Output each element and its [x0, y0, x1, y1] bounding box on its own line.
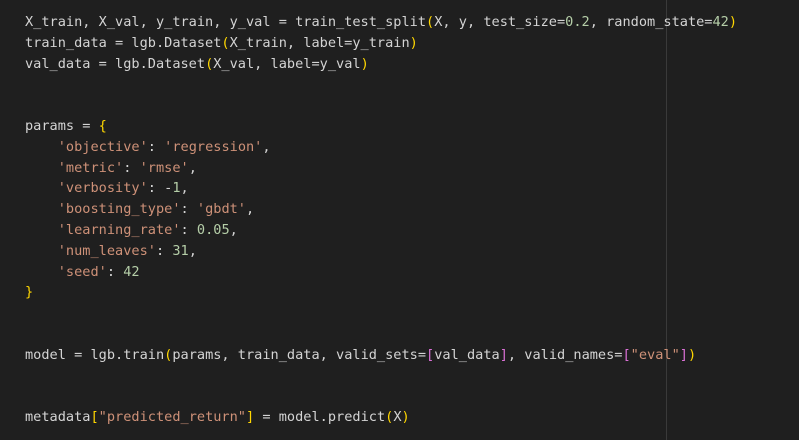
code-token: ): [728, 14, 738, 30]
code-token: : -: [147, 180, 173, 197]
code-token: (: [221, 34, 230, 51]
code-token: [: [90, 409, 99, 426]
code-line[interactable]: 'boosting_type': 'gbdt',: [25, 199, 254, 220]
code-token: ]: [679, 346, 688, 363]
code-line[interactable]: 'objective': 'regression',: [25, 137, 271, 158]
code-token: [: [622, 346, 631, 363]
code-token: train_data = lgb.Dataset: [25, 34, 222, 51]
code-token: model = lgb.train: [25, 346, 165, 363]
code-token: {: [98, 118, 107, 134]
code-token: 31: [172, 242, 189, 259]
code-token: :: [180, 222, 197, 238]
code-token: 0.05: [196, 222, 230, 238]
code-line[interactable]: metadata["predicted_return"] = model.pre…: [25, 407, 410, 428]
code-token: X_val, label=y_val: [213, 55, 361, 72]
code-token: }: [25, 284, 34, 301]
column-ruler: [666, 0, 667, 440]
code-token: X_train, X_val, y_train, y_val = train_t…: [25, 14, 427, 30]
code-token: ): [401, 409, 410, 426]
code-token: 42: [123, 263, 140, 280]
code-token: metadata: [25, 409, 91, 426]
code-token: "predicted_return": [98, 409, 246, 426]
code-line[interactable]: 'num_leaves': 31,: [25, 241, 197, 262]
code-line[interactable]: params = {: [25, 116, 107, 137]
code-token: 'regression': [164, 138, 263, 155]
code-token: ): [687, 346, 697, 363]
code-token: 'num_leaves': [57, 242, 156, 259]
code-token: ,: [229, 222, 238, 238]
code-token: 'verbosity': [57, 180, 148, 197]
code-token: "eval": [630, 346, 680, 363]
code-token: [: [426, 346, 435, 363]
code-token: :: [147, 138, 165, 155]
code-line[interactable]: }: [25, 282, 33, 303]
code-token: ,: [188, 159, 197, 176]
code-line[interactable]: X_train, X_val, y_train, y_val = train_t…: [25, 12, 737, 33]
code-token: 'rmse': [139, 159, 189, 176]
code-line[interactable]: 'seed': 42: [25, 262, 140, 283]
code-token: X: [393, 409, 402, 426]
code-token: :: [155, 242, 173, 259]
code-token: ,: [180, 180, 189, 197]
code-line[interactable]: train_data = lgb.Dataset(X_train, label=…: [25, 33, 418, 54]
code-token: = model.predict: [254, 409, 386, 426]
code-line[interactable]: 'verbosity': -1,: [25, 178, 189, 199]
code-token: params =: [25, 118, 99, 134]
code-token: :: [180, 201, 197, 218]
code-token: 'boosting_type': [57, 201, 181, 218]
code-line[interactable]: val_data = lgb.Dataset(X_val, label=y_va…: [25, 54, 369, 75]
code-line[interactable]: 'learning_rate': 0.05,: [25, 220, 238, 241]
code-token: :: [123, 159, 140, 176]
code-token: , random_state=: [589, 14, 713, 30]
code-line[interactable]: 'metric': 'rmse',: [25, 158, 197, 179]
code-token: 'seed': [57, 263, 107, 280]
code-token: 42: [712, 14, 729, 30]
code-token: val_data: [434, 346, 500, 363]
code-token: (: [426, 14, 435, 30]
code-token: 'gbdt': [196, 201, 246, 218]
code-token: :: [106, 263, 124, 280]
code-token: val_data = lgb.Dataset: [25, 55, 206, 72]
code-editor[interactable]: X_train, X_val, y_train, y_val = train_t…: [0, 0, 799, 440]
code-token: ,: [188, 242, 197, 259]
code-token: ]: [246, 409, 255, 426]
code-token: 'objective': [57, 138, 148, 155]
code-token: 'metric': [57, 159, 124, 176]
code-token: ): [360, 55, 369, 72]
code-token: ): [409, 34, 418, 51]
code-token: ,: [246, 201, 255, 218]
code-token: X, y, test_size=: [434, 14, 566, 30]
code-token: ]: [499, 346, 508, 363]
code-token: , valid_names=: [507, 346, 623, 363]
code-token: ,: [262, 138, 271, 155]
code-token: 1: [172, 180, 181, 197]
code-token: 0.2: [565, 14, 590, 30]
code-token: 'learning_rate': [57, 222, 181, 238]
code-token: params, train_data, valid_sets=: [172, 346, 427, 363]
code-token: X_train, label=y_train: [229, 34, 410, 51]
code-line[interactable]: model = lgb.train(params, train_data, va…: [25, 345, 696, 366]
